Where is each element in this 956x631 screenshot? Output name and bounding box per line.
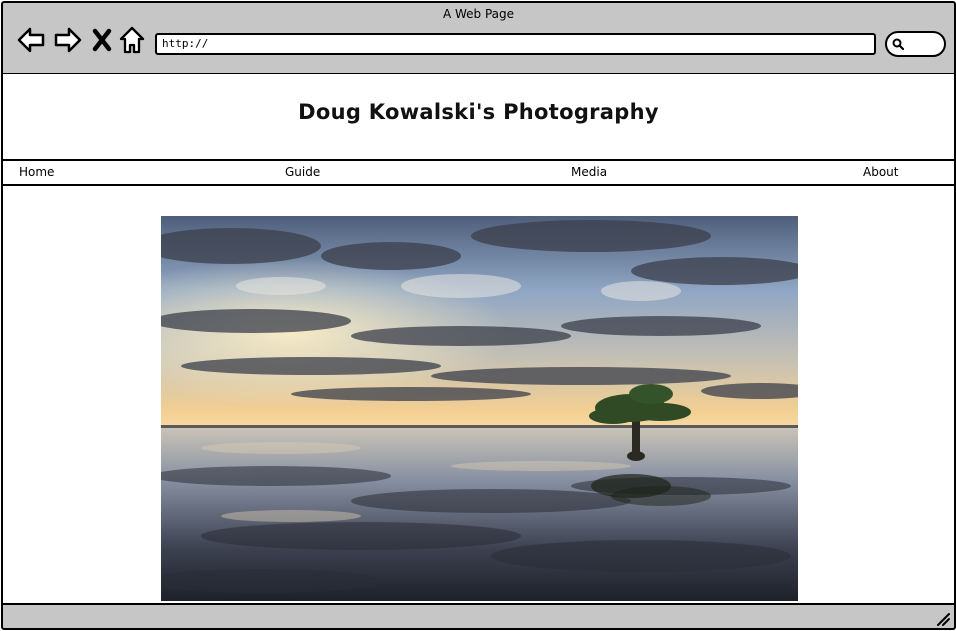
nav-link-home[interactable]: Home: [19, 165, 54, 179]
site-nav: Home Guide Media About: [3, 161, 954, 186]
window-title: A Web Page: [442, 7, 515, 21]
nav-link-media[interactable]: Media: [571, 165, 607, 179]
status-bar: [1, 603, 956, 630]
hero-photo: [161, 216, 798, 601]
browser-window: A Web Page http:// Doug Kowalski's Photo…: [0, 0, 956, 631]
back-arrow-icon: [17, 27, 45, 53]
back-button[interactable]: [16, 25, 46, 55]
address-bar[interactable]: http://: [155, 33, 876, 55]
nav-link-guide[interactable]: Guide: [285, 165, 320, 179]
page-title: Doug Kowalski's Photography: [298, 100, 659, 124]
resize-grip-icon[interactable]: [936, 612, 950, 626]
home-icon: [119, 26, 145, 54]
search-icon: [892, 38, 904, 50]
stop-button[interactable]: [90, 25, 114, 55]
forward-arrow-icon: [54, 27, 82, 53]
browser-toolbar: A Web Page http://: [1, 1, 956, 76]
search-field[interactable]: [885, 31, 946, 57]
page-viewport: Doug Kowalski's Photography Home Guide M…: [1, 74, 956, 604]
nav-link-about[interactable]: About: [863, 165, 898, 179]
forward-button[interactable]: [53, 25, 83, 55]
home-button[interactable]: [117, 25, 147, 55]
close-x-icon: [92, 28, 112, 52]
landscape-photo: [161, 216, 798, 601]
